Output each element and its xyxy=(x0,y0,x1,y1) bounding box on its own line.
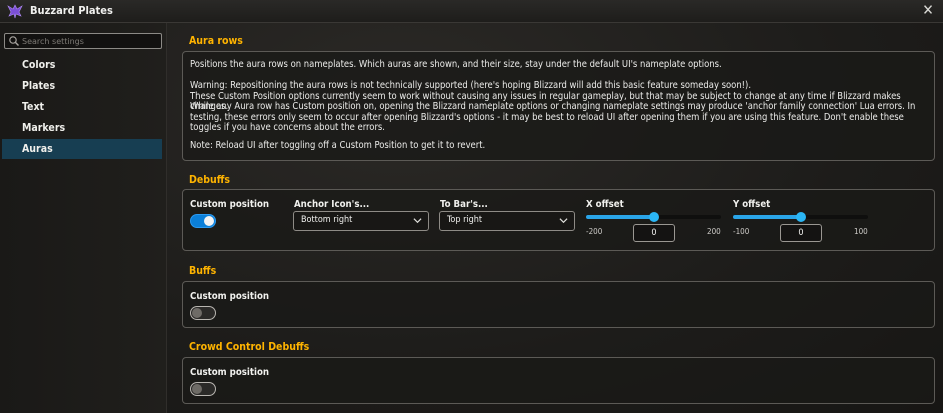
close-button[interactable]: ✕ xyxy=(919,1,937,19)
sidebar-item-label: Markers xyxy=(22,122,66,134)
section-title-debuffs: Debuffs xyxy=(189,174,231,186)
sidebar-item-label: Colors xyxy=(22,59,56,71)
aura-rows-panel: Positions the aura rows on nameplates. W… xyxy=(182,51,935,161)
anchor-icon-label: Anchor Icon's... xyxy=(294,199,370,210)
y-offset-min: -100 xyxy=(733,227,750,236)
sidebar-item-label: Plates xyxy=(22,80,56,92)
search-icon xyxy=(9,36,19,46)
buzzard-logo-icon xyxy=(7,4,23,19)
buffs-panel: Custom position xyxy=(182,281,935,328)
x-offset-slider-fill xyxy=(586,215,654,219)
cc-debuffs-custom-position-toggle[interactable] xyxy=(190,382,216,396)
section-title-buffs: Buffs xyxy=(189,265,217,277)
y-offset-input[interactable]: 0 xyxy=(780,224,822,242)
close-icon: ✕ xyxy=(922,1,934,19)
y-offset-slider-fill xyxy=(733,215,801,219)
x-offset-slider[interactable] xyxy=(586,212,721,222)
sidebar-item-text[interactable]: Text xyxy=(2,97,162,117)
settings-content: Aura rows Positions the aura rows on nam… xyxy=(167,23,943,413)
buffs-custom-position-label: Custom position xyxy=(190,291,270,302)
chevron-down-icon xyxy=(559,218,568,224)
aura-rows-warning-3: While any Aura row has Custom position o… xyxy=(190,101,916,134)
search-box[interactable] xyxy=(4,33,162,49)
section-title-cc-debuffs: Crowd Control Debuffs xyxy=(189,341,310,353)
anchor-icon-dropdown[interactable]: Bottom right xyxy=(293,211,429,231)
sidebar-item-label: Text xyxy=(22,101,45,113)
search-input[interactable] xyxy=(22,34,156,48)
x-offset-label: X offset xyxy=(586,199,624,210)
aura-rows-note: Note: Reload UI after toggling off a Cus… xyxy=(190,140,486,151)
x-offset-max: 200 xyxy=(707,227,721,236)
app-title: Buzzard Plates xyxy=(30,4,113,17)
x-offset-input[interactable]: 0 xyxy=(633,224,675,242)
aura-rows-intro: Positions the aura rows on nameplates. W… xyxy=(190,59,722,70)
sidebar-item-colors[interactable]: Colors xyxy=(2,55,162,75)
section-title-aura-rows: Aura rows xyxy=(189,35,243,47)
aura-rows-warning-1: Warning: Repositioning the aura rows is … xyxy=(190,80,752,91)
y-offset-max: 100 xyxy=(854,227,868,236)
buffs-custom-position-toggle[interactable] xyxy=(190,306,216,320)
anchor-icon-value: Bottom right xyxy=(301,215,353,225)
debuffs-custom-position-label: Custom position xyxy=(190,199,270,210)
y-offset-slider-thumb[interactable] xyxy=(795,212,806,222)
debuffs-panel: Custom position Anchor Icon's... Bottom … xyxy=(182,189,935,251)
sidebar-item-auras[interactable]: Auras xyxy=(2,139,162,159)
sidebar-item-label: Auras xyxy=(22,143,53,155)
chevron-down-icon xyxy=(413,218,422,224)
debuffs-custom-position-toggle[interactable] xyxy=(190,214,216,228)
sidebar: Colors Plates Text Markers Auras xyxy=(0,23,167,413)
y-offset-slider[interactable] xyxy=(733,212,868,222)
to-bar-value: Top right xyxy=(447,215,483,225)
to-bar-label: To Bar's... xyxy=(440,199,488,210)
cc-debuffs-custom-position-label: Custom position xyxy=(190,367,270,378)
title-bar: Buzzard Plates ✕ xyxy=(0,0,943,23)
y-offset-label: Y offset xyxy=(733,199,771,210)
cc-debuffs-panel: Custom position xyxy=(182,357,935,404)
x-offset-slider-thumb[interactable] xyxy=(648,212,659,222)
sidebar-item-markers[interactable]: Markers xyxy=(2,118,162,138)
to-bar-dropdown[interactable]: Top right xyxy=(439,211,575,231)
sidebar-item-plates[interactable]: Plates xyxy=(2,76,162,96)
x-offset-min: -200 xyxy=(586,227,603,236)
